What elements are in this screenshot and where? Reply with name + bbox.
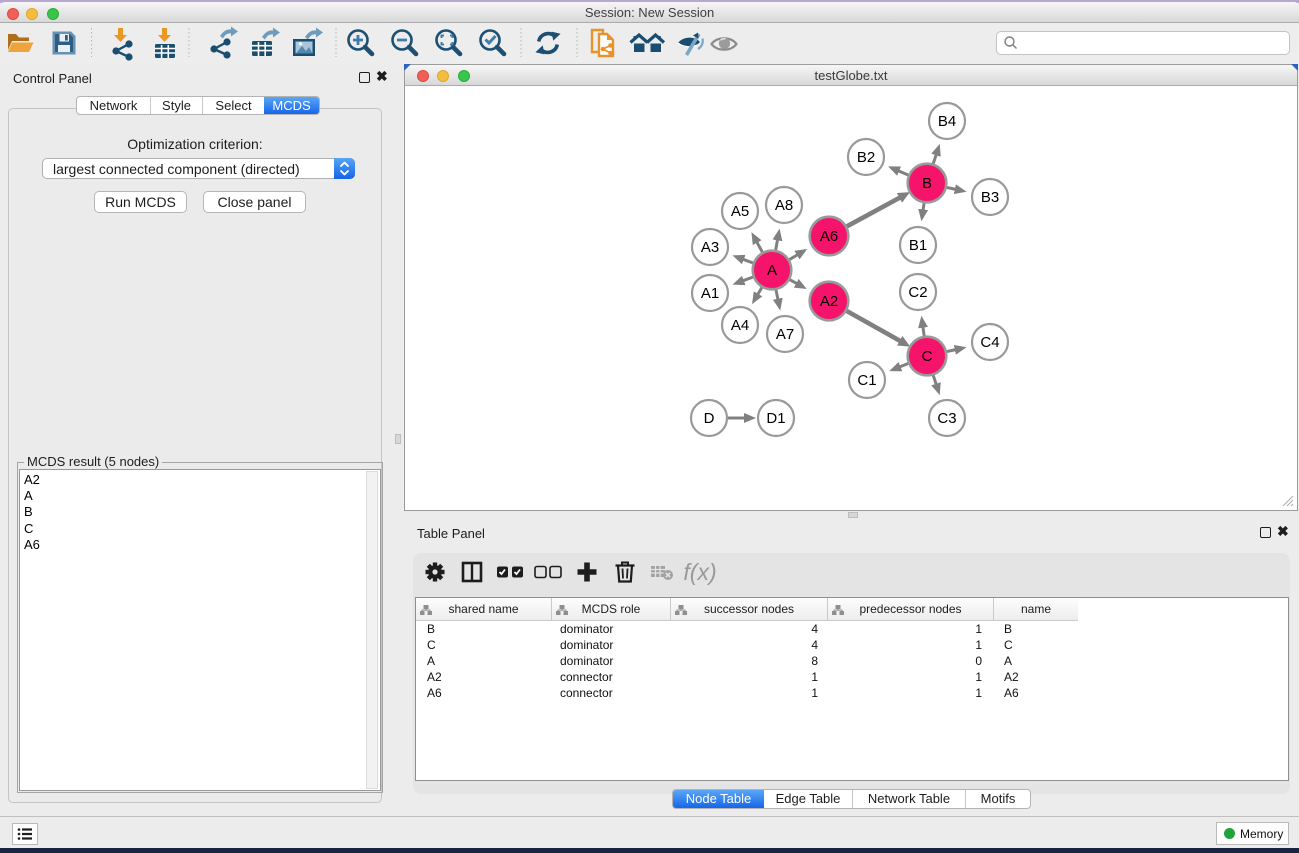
svg-text:C1: C1 (857, 372, 876, 389)
svg-text:C3: C3 (937, 410, 956, 427)
svg-text:B2: B2 (857, 149, 875, 166)
svg-text:A4: A4 (731, 317, 749, 334)
svg-text:C: C (922, 348, 933, 365)
svg-text:A7: A7 (776, 326, 794, 343)
svg-text:f(x): f(x) (683, 559, 716, 585)
svg-text:A: A (767, 262, 777, 279)
svg-text:B4: B4 (938, 113, 956, 130)
svg-text:A1: A1 (701, 285, 719, 302)
svg-text:B: B (922, 175, 932, 192)
svg-text:D1: D1 (766, 410, 785, 427)
svg-text:A2: A2 (820, 293, 838, 310)
svg-text:A8: A8 (775, 197, 793, 214)
svg-text:A6: A6 (820, 228, 838, 245)
svg-text:D: D (704, 410, 715, 427)
svg-text:A5: A5 (731, 203, 749, 220)
svg-text:B1: B1 (909, 237, 927, 254)
svg-text:B3: B3 (981, 189, 999, 206)
svg-text:C2: C2 (908, 284, 927, 301)
svg-text:C4: C4 (980, 334, 999, 351)
svg-text:A3: A3 (701, 239, 719, 256)
